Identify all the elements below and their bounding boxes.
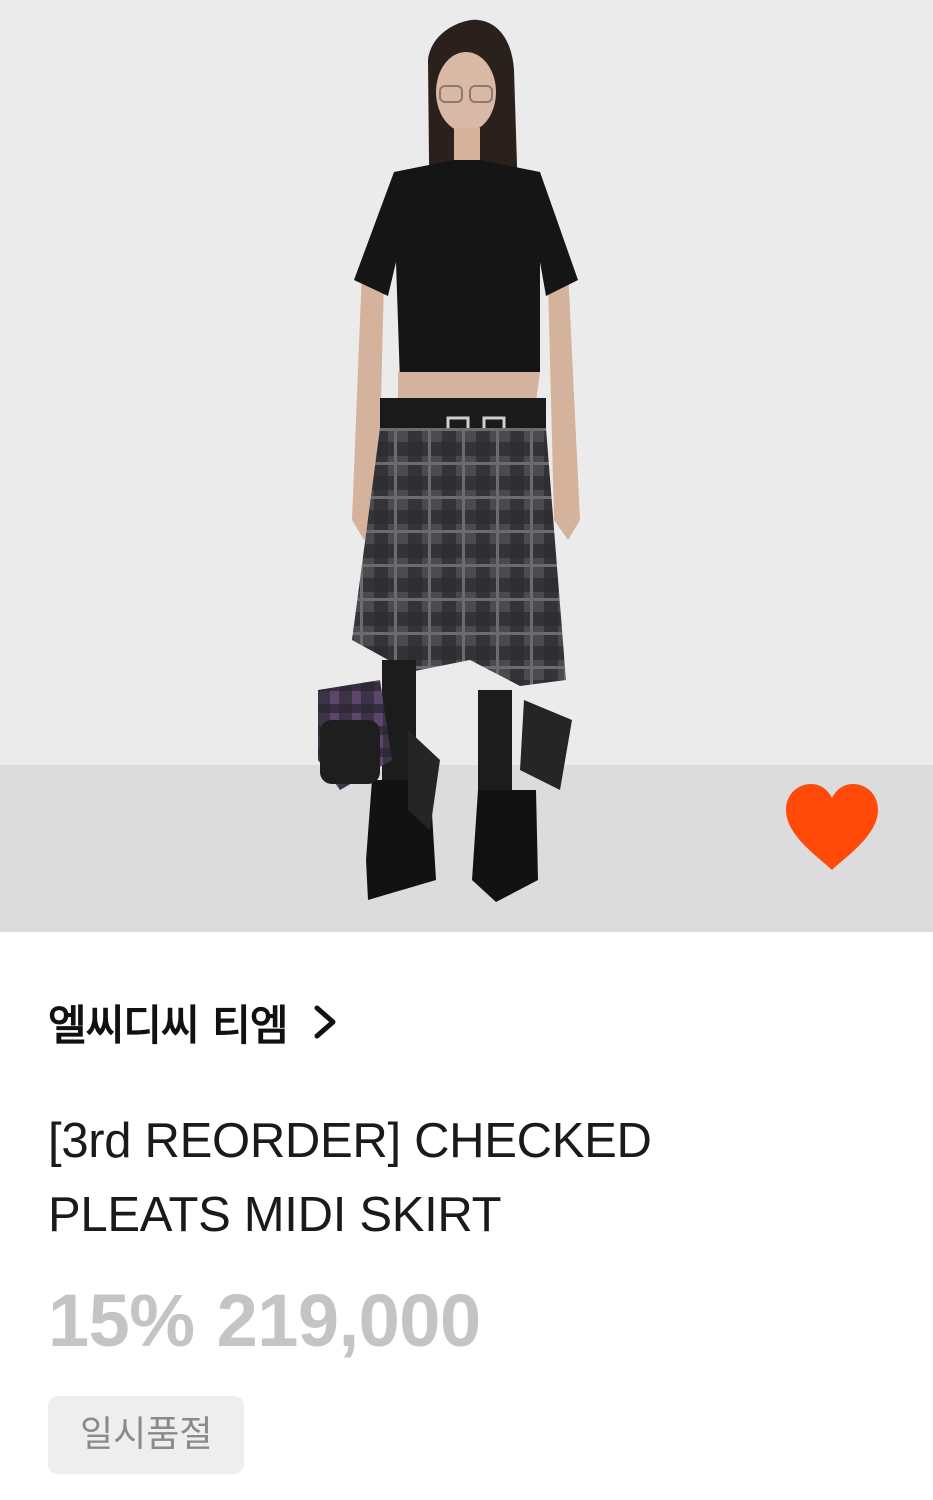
chevron-right-icon bbox=[314, 1005, 336, 1039]
wishlist-button[interactable] bbox=[780, 780, 884, 876]
sale-price: 219,000 bbox=[216, 1279, 482, 1362]
price-row: 15% 219,000 bbox=[48, 1276, 903, 1366]
product-title[interactable]: [3rd REORDER] CHECKED PLEATS MIDI SKIRT bbox=[48, 1104, 768, 1252]
discount-rate: 15% bbox=[48, 1279, 195, 1362]
product-info: 엘씨디씨 티엠 [3rd REORDER] CHECKED PLEATS MID… bbox=[48, 932, 903, 1474]
product-card[interactable]: 엘씨디씨 티엠 [3rd REORDER] CHECKED PLEATS MID… bbox=[0, 0, 933, 1500]
brand-name: 엘씨디씨 티엠 bbox=[48, 1000, 288, 1050]
heart-icon bbox=[786, 784, 878, 870]
product-image[interactable] bbox=[0, 0, 933, 932]
brand-link[interactable]: 엘씨디씨 티엠 bbox=[48, 994, 341, 1050]
status-badge: 일시품절 bbox=[48, 1396, 245, 1474]
